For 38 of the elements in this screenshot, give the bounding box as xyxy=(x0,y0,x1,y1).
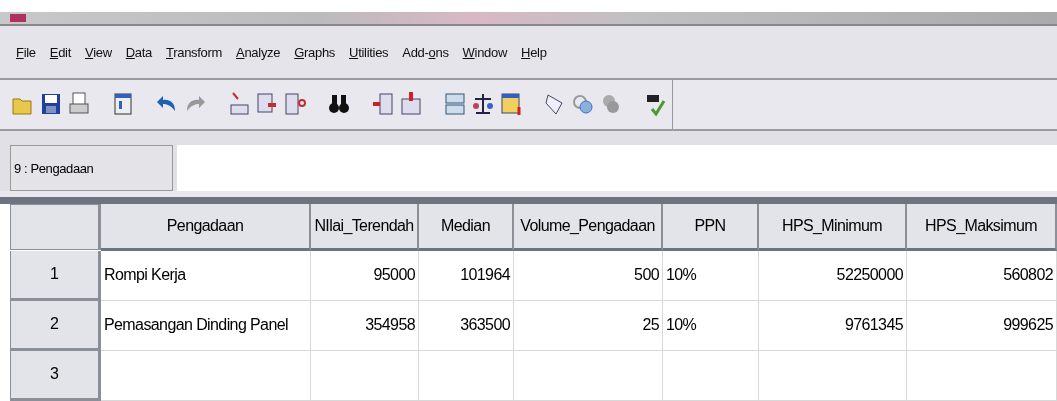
table-cell: 10% xyxy=(663,301,759,351)
row-header[interactable]: 1 xyxy=(10,251,101,301)
column-header[interactable]: Volume_Pengadaan xyxy=(514,204,663,251)
table-cell: 500 xyxy=(514,251,663,301)
table-cell: 95000 xyxy=(311,251,419,301)
menu-item[interactable]: View xyxy=(85,44,112,60)
table-cell: 10% xyxy=(663,251,759,301)
row-header[interactable]: 3 xyxy=(10,351,101,401)
cell-editor-field[interactable] xyxy=(177,145,1057,192)
table-cell: Pemasangan Dinding Panel xyxy=(101,301,311,351)
table-cell: 25 xyxy=(514,301,663,351)
column-header[interactable]: HPS_Minimum xyxy=(759,204,907,251)
menu-item[interactable]: Graphs xyxy=(294,44,336,60)
column-header[interactable]: HPS_Maksimum xyxy=(907,204,1057,251)
table-cell: 363500 xyxy=(419,301,514,351)
app-icon xyxy=(10,14,26,22)
menu-item[interactable]: Help xyxy=(521,44,547,60)
menu-item[interactable]: Utilities xyxy=(349,44,389,60)
menu-item[interactable]: File xyxy=(16,44,36,60)
table-cell: Rompi Kerja xyxy=(101,251,311,301)
column-header[interactable]: Median xyxy=(419,204,514,251)
table-cell: 101964 xyxy=(419,251,514,301)
cell-reference: 9 : Pengadaan xyxy=(10,145,173,192)
column-header[interactable]: PPN xyxy=(663,204,759,251)
menu-item[interactable]: Transform xyxy=(166,44,223,60)
menu-item[interactable]: Edit xyxy=(49,44,71,60)
row-header[interactable]: 2 xyxy=(10,301,101,351)
table-cell: 560802 xyxy=(907,251,1057,301)
menu-item[interactable]: Add-ons xyxy=(402,44,449,60)
table-cell: 354958 xyxy=(311,301,419,351)
table-cell: 52250000 xyxy=(759,251,907,301)
menu-item[interactable]: Window xyxy=(462,44,508,60)
menu-item[interactable]: Data xyxy=(125,44,152,60)
table-cell: 9761345 xyxy=(759,301,907,351)
menu-item[interactable]: Analyze xyxy=(236,44,281,60)
column-header[interactable]: NIlai_Terendah xyxy=(311,204,419,251)
column-header[interactable]: Pengadaan xyxy=(101,204,311,251)
table-cell: 999625 xyxy=(907,301,1057,351)
